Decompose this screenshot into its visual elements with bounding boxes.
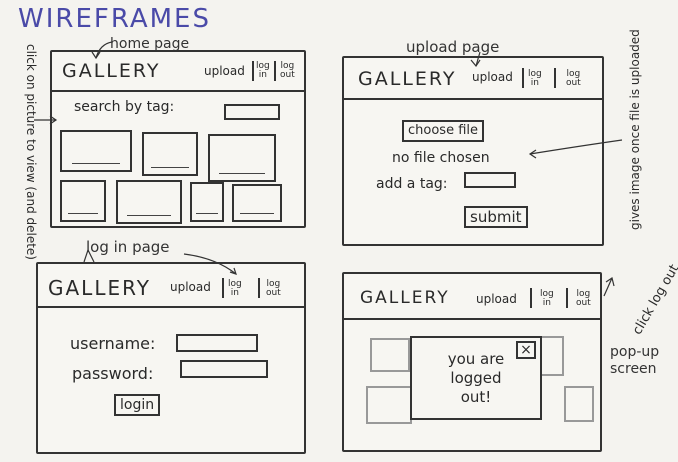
annotation-arrows <box>34 41 623 297</box>
arrow-head <box>91 51 101 60</box>
arrow-head <box>470 59 481 68</box>
arrow-gives-image <box>529 139 623 155</box>
arrow-home-page <box>95 41 113 59</box>
arrow-login-link <box>83 248 95 263</box>
arrow-login-page <box>183 253 237 275</box>
